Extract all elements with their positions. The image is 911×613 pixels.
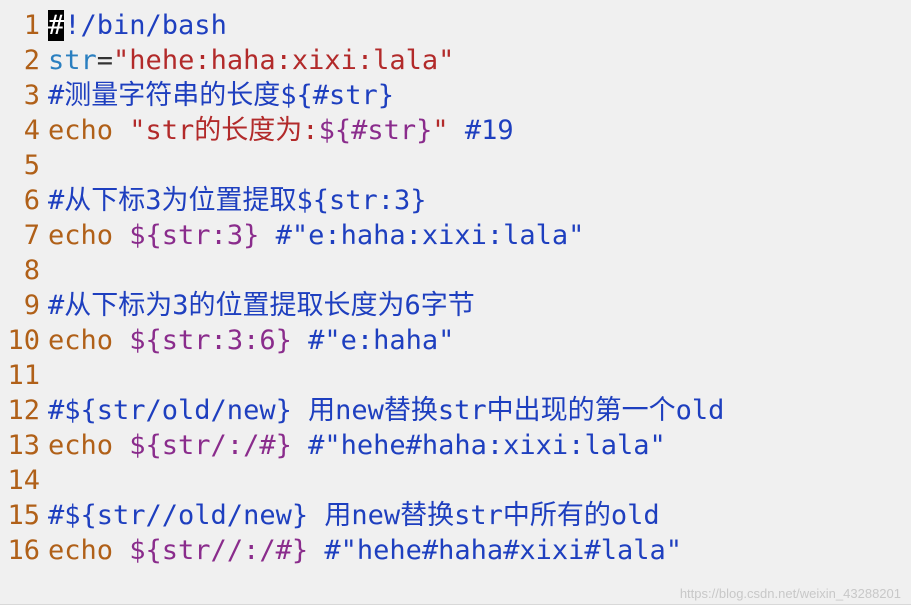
line-number: 3 (23, 80, 40, 111)
code-token: #"hehe#haha:xixi:lala" (291, 430, 666, 461)
code-token: ${str:3} (129, 220, 260, 251)
code-token: "str的长度为: (129, 115, 319, 146)
code-token: echo (48, 325, 130, 356)
code-token: #"hehe#haha#xixi#lala" (308, 535, 682, 566)
line-code: echo ${str:3:6} #"e:haha" (48, 323, 454, 358)
line-number: 6 (23, 185, 40, 216)
code-line[interactable]: 3 #测量字符串的长度${#str} (0, 78, 911, 113)
code-token: ${str:3:6} (129, 325, 292, 356)
code-line[interactable]: 7 echo ${str:3} #"e:haha:xixi:lala" (0, 218, 911, 253)
code-line[interactable]: 12 #${str/old/new} 用new替换str中出现的第一个old (0, 393, 911, 428)
code-line[interactable]: 5 (0, 148, 911, 183)
code-line[interactable]: 16 echo ${str//:/#} #"hehe#haha#xixi#lala… (0, 533, 911, 568)
line-code: echo ${str//:/#} #"hehe#haha#xixi#lala" (48, 533, 682, 568)
code-line[interactable]: 8 (0, 253, 911, 288)
line-number: 14 (7, 465, 40, 496)
code-token: "hehe:haha:xixi:lala" (113, 45, 455, 76)
code-token: echo (48, 430, 130, 461)
code-token: #${str//old/new} 用new替换str中所有的old (48, 500, 660, 531)
code-line[interactable]: 15 #${str//old/new} 用new替换str中所有的old (0, 498, 911, 533)
code-token: echo (48, 220, 130, 251)
watermark: https://blog.csdn.net/weixin_43288201 (679, 586, 901, 601)
code-line[interactable]: 4 echo "str的长度为:${#str}" #19 (0, 113, 911, 148)
line-number: 13 (7, 430, 40, 461)
code-line[interactable]: 10 echo ${str:3:6} #"e:haha" (0, 323, 911, 358)
code-token: = (96, 45, 114, 76)
code-token: !/bin/bash (64, 10, 227, 41)
line-code: #${str//old/new} 用new替换str中所有的old (48, 498, 660, 533)
code-token: #19 (464, 115, 514, 146)
line-number: 7 (23, 220, 40, 251)
code-token: #从下标3为位置提取${str:3} (48, 185, 427, 216)
line-number: 16 (7, 535, 40, 566)
line-code: echo "str的长度为:${#str}" #19 (48, 113, 514, 148)
code-token: #${str/old/new} 用new替换str中出现的第一个old (48, 395, 725, 426)
line-number: 2 (23, 45, 40, 76)
line-number: 8 (23, 255, 40, 286)
code-line[interactable]: 11 (0, 358, 911, 393)
line-code: #从下标为3的位置提取长度为6字节 (48, 288, 475, 323)
line-number: 4 (23, 115, 40, 146)
code-line[interactable]: 2 str="hehe:haha:xixi:lala" (0, 43, 911, 78)
code-token: echo (48, 115, 130, 146)
line-code: #测量字符串的长度${#str} (48, 78, 394, 113)
code-token: #"e:haha:xixi:lala" (259, 220, 585, 251)
code-token: str (48, 45, 97, 76)
code-token: echo (48, 535, 130, 566)
line-number: 10 (7, 325, 40, 356)
code-token: " (432, 115, 465, 146)
code-token: #"e:haha" (291, 325, 455, 356)
code-token: #测量字符串的长度${#str} (48, 80, 395, 111)
line-code: str="hehe:haha:xixi:lala" (48, 43, 454, 78)
code-line[interactable]: 1 #!/bin/bash (0, 8, 911, 43)
code-line[interactable]: 13 echo ${str/:/#} #"hehe#haha:xixi:lala" (0, 428, 911, 463)
editor-bottom-bar (0, 604, 911, 613)
line-code: #${str/old/new} 用new替换str中出现的第一个old (48, 393, 724, 428)
line-code: #!/bin/bash (48, 8, 227, 43)
line-code: echo ${str:3} #"e:haha:xixi:lala" (48, 218, 584, 253)
code-token: ${str//:/#} (129, 535, 309, 566)
code-line[interactable]: 14 (0, 463, 911, 498)
text-cursor: # (48, 10, 65, 41)
line-number: 15 (7, 500, 40, 531)
code-token: ${str/:/#} (129, 430, 292, 461)
line-number: 1 (23, 10, 40, 41)
line-number: 5 (23, 150, 40, 181)
code-editor[interactable]: 1 #!/bin/bash 2 str="hehe:haha:xixi:lala" 3 #… (0, 0, 911, 613)
line-code: echo ${str/:/#} #"hehe#haha:xixi:lala" (48, 428, 666, 463)
code-token: ${#str} (318, 115, 433, 146)
code-line[interactable]: 6 #从下标3为位置提取${str:3} (0, 183, 911, 218)
line-code: #从下标3为位置提取${str:3} (48, 183, 427, 218)
code-line[interactable]: 9 #从下标为3的位置提取长度为6字节 (0, 288, 911, 323)
line-number: 9 (23, 290, 40, 321)
line-number: 11 (7, 360, 40, 391)
code-lines: 1 #!/bin/bash 2 str="hehe:haha:xixi:lala" 3 #… (0, 8, 911, 568)
code-token: #从下标为3的位置提取长度为6字节 (48, 290, 475, 321)
line-number: 12 (7, 395, 40, 426)
